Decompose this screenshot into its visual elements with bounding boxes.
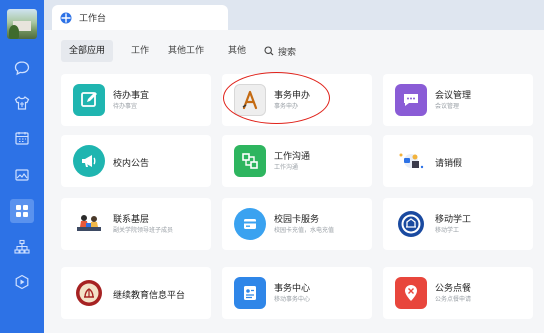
app-subtitle: 待办事宜: [113, 103, 138, 110]
app-card-meeting[interactable]: 会议管理 会议管理: [383, 74, 533, 126]
app-title: 继续教育信息平台: [113, 291, 186, 301]
tab-title: 工作台: [79, 14, 107, 24]
todo-edit-icon: [73, 84, 105, 116]
apps-grid-icon[interactable]: [10, 199, 34, 223]
app-subtitle: 工作沟通: [274, 164, 299, 171]
app-subtitle: 会议管理: [435, 103, 460, 110]
contact-illustration-icon: [73, 208, 105, 240]
shirt-icon[interactable]: [10, 91, 34, 115]
image-icon[interactable]: [10, 163, 34, 187]
app-title: 联系基层: [113, 215, 150, 225]
app-card-contact-grassroots[interactable]: 联系基层 副关学院领导班子成员: [61, 198, 211, 250]
tab-workbench[interactable]: 工作台: [52, 5, 228, 30]
app-card-continuing-education[interactable]: 继续教育信息平台: [61, 267, 211, 319]
app-subtitle: 移动学工: [435, 227, 460, 234]
tab-bar: 工作台: [44, 0, 544, 30]
workbench-logo-icon: [60, 12, 72, 23]
filter-other[interactable]: 其他: [228, 40, 246, 62]
avatar[interactable]: [7, 9, 37, 39]
app-card-campus-card[interactable]: 校园卡服务 校园卡充值，水电充值: [222, 198, 372, 250]
app-title: 校园卡服务: [274, 215, 320, 225]
app-title: 公务点餐: [435, 284, 472, 294]
app-title: 待办事宜: [113, 91, 150, 101]
app-subtitle: 副关学院领导班子成员: [113, 227, 174, 234]
app-subtitle: 移动事务中心: [274, 296, 311, 303]
filter-other-work[interactable]: 其他工作: [168, 40, 204, 62]
play-hexagon-icon[interactable]: [10, 270, 34, 294]
chat-icon[interactable]: [10, 56, 34, 80]
communication-icon: [234, 145, 266, 177]
app-card-official-dining[interactable]: 公务点餐 公务点餐申请: [383, 267, 533, 319]
meeting-chat-icon: [395, 84, 427, 116]
app-card-work-communication[interactable]: 工作沟通 工作沟通: [222, 135, 372, 187]
app-title: 工作沟通: [274, 152, 311, 162]
leave-illustration-icon: [395, 145, 427, 177]
app-title: 会议管理: [435, 91, 472, 101]
app-title: 事务中心: [274, 284, 311, 294]
app-card-leave[interactable]: 请销假: [383, 135, 533, 187]
app-card-mobile-student-affairs[interactable]: 移动学工 移动学工: [383, 198, 533, 250]
sidebar: [0, 0, 44, 333]
app-card-todo[interactable]: 待办事宜 待办事宜: [61, 74, 211, 126]
search-button[interactable]: 搜索: [264, 40, 296, 62]
app-subtitle: 校园卡充值，水电充值: [274, 227, 335, 234]
highlight-circle: [223, 72, 330, 124]
university-logo-icon: [395, 208, 427, 240]
app-card-notice[interactable]: 校内公告: [61, 135, 211, 187]
filter-all-apps[interactable]: 全部应用: [61, 40, 114, 62]
calendar-icon[interactable]: [10, 126, 34, 150]
app-title: 请销假: [435, 159, 463, 169]
app-title: 移动学工: [435, 215, 472, 225]
app-card-affairs-center[interactable]: 事务中心 移动事务中心: [222, 267, 372, 319]
search-icon: [264, 46, 274, 56]
dining-icon: [395, 277, 427, 309]
campus-card-icon: [234, 208, 266, 240]
app-title: 校内公告: [113, 159, 150, 169]
filter-work[interactable]: 工作: [131, 40, 149, 62]
org-chart-icon[interactable]: [10, 235, 34, 259]
megaphone-icon: [73, 145, 105, 177]
search-label: 搜索: [278, 47, 297, 58]
app-subtitle: 公务点餐申请: [435, 296, 472, 303]
education-seal-icon: [73, 277, 105, 309]
affairs-center-icon: [234, 277, 266, 309]
